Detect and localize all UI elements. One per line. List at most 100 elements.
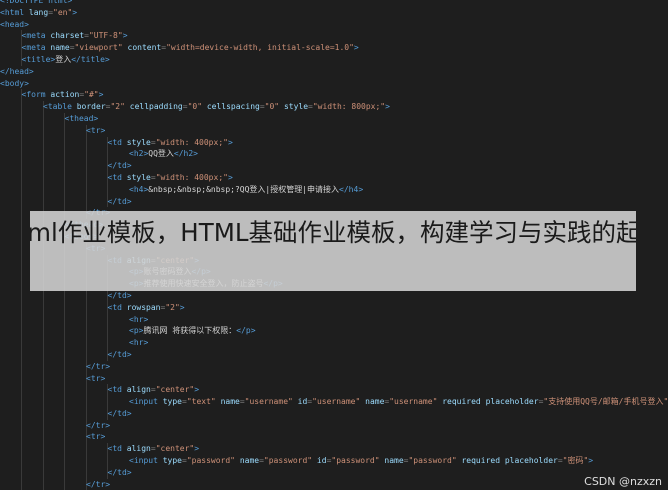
code-line-content: </td> xyxy=(0,197,132,206)
code-token: </tr> xyxy=(86,420,111,430)
code-line[interactable]: <td rowspan="2"> xyxy=(0,301,668,314)
code-line[interactable]: <body> xyxy=(0,78,668,90)
code-token: QQ登入 xyxy=(148,149,174,159)
code-token: > xyxy=(72,7,78,17)
code-token: placeholder xyxy=(504,456,558,466)
code-line[interactable]: <p>腾讯网 将获得以下权限：</p> xyxy=(0,325,668,338)
code-line[interactable]: <input type="password" name="password" i… xyxy=(0,455,668,467)
code-line-content: <thead> xyxy=(0,114,99,123)
code-token: <td xyxy=(107,385,122,395)
code-token: <h4> xyxy=(129,184,149,194)
code-token: "center" xyxy=(155,385,195,395)
code-token: &nbsp;&nbsp;&nbsp;?QQ登入|授权管理|申请接入 xyxy=(148,184,340,194)
code-line[interactable]: </tr> xyxy=(0,478,668,490)
code-line-content: <head> xyxy=(0,20,29,29)
code-line[interactable]: <thead> xyxy=(0,112,668,125)
code-line[interactable]: </td> xyxy=(0,160,668,172)
code-line-content: <input type="password" name="password" i… xyxy=(0,456,593,465)
code-line[interactable]: </tr> xyxy=(0,419,668,432)
code-line[interactable]: </td> xyxy=(0,195,668,208)
code-token: name xyxy=(365,397,385,407)
code-line[interactable]: <tr> xyxy=(0,431,668,444)
code-line[interactable]: </td> xyxy=(0,348,668,361)
code-line[interactable]: <h4>&nbsp;&nbsp;&nbsp;?QQ登入|授权管理|申请接入</h… xyxy=(0,183,668,196)
code-line-content: <td align="center"> xyxy=(0,385,200,395)
code-line[interactable]: <form action="#"> xyxy=(0,89,668,102)
code-line-content: </td> xyxy=(0,291,132,300)
code-token: "#" xyxy=(84,90,99,100)
code-token: "viewport" xyxy=(74,43,123,53)
code-token: <meta xyxy=(21,31,46,41)
code-line[interactable]: <h2>QQ登入</h2> xyxy=(0,148,668,161)
code-line[interactable]: <table border="2" cellpadding="0" cellsp… xyxy=(0,101,668,113)
code-line[interactable]: </td> xyxy=(0,407,668,420)
code-token: <input xyxy=(129,397,158,407)
code-line[interactable]: </tr> xyxy=(0,360,668,373)
code-token: > xyxy=(588,456,594,466)
code-line[interactable]: <td align="center"> xyxy=(0,443,668,456)
code-token: "UTF-8" xyxy=(88,31,123,41)
code-token: "width: 800px;" xyxy=(312,102,386,112)
code-editor[interactable]: <!DOCTYPE html> <html lang="en"> <head> <me… xyxy=(0,0,668,490)
code-line-content: <tr> xyxy=(0,374,105,383)
csdn-watermark: CSDN @nzxzn xyxy=(584,475,662,488)
code-token: border xyxy=(76,102,106,112)
code-token: charset xyxy=(50,31,85,41)
code-line[interactable]: <!DOCTYPE html> xyxy=(0,0,668,7)
code-line-content: <html lang="en"> xyxy=(0,8,77,17)
code-line[interactable]: <html lang="en"> xyxy=(0,7,668,19)
code-line[interactable]: <title>登入</title> xyxy=(0,53,668,66)
code-line[interactable]: <hr> xyxy=(0,337,668,349)
code-token: </td> xyxy=(107,290,132,300)
code-token: </td> xyxy=(107,196,132,206)
code-token: <td xyxy=(107,137,122,147)
code-line[interactable]: <tr> xyxy=(0,372,668,385)
code-token: > xyxy=(385,102,390,112)
code-token: <hr> xyxy=(129,338,149,348)
code-line[interactable]: </td> xyxy=(0,466,668,479)
code-token: cellpadding xyxy=(129,102,183,112)
code-token: "center" xyxy=(155,444,195,454)
code-token: action xyxy=(50,90,80,100)
code-token: > xyxy=(194,385,200,395)
code-token: > xyxy=(227,172,233,182)
code-token: id xyxy=(316,456,327,466)
code-token: name xyxy=(220,397,240,407)
code-line-content: </td> xyxy=(0,350,132,359)
code-token: "password" xyxy=(263,456,313,466)
code-token: <!DOCTYPE html> xyxy=(0,0,73,5)
code-line[interactable]: <td style="width: 400px;"> xyxy=(0,136,668,149)
code-token: style xyxy=(283,102,309,112)
code-token: <head> xyxy=(0,19,29,29)
code-token: <body> xyxy=(0,78,29,88)
code-line[interactable]: <td style="width: 400px;"> xyxy=(0,171,668,184)
code-token: id xyxy=(297,397,308,407)
code-token: > xyxy=(353,43,359,53)
code-line-content: <table border="2" cellpadding="0" cellsp… xyxy=(0,102,390,111)
caption-text: html作业模板，HTML基础作业模板，构建学习与实践的起点 xyxy=(30,218,636,247)
code-token: </tr> xyxy=(86,479,111,489)
code-token: <tr> xyxy=(86,373,106,383)
code-line[interactable]: <meta name="viewport" content="width=dev… xyxy=(0,42,668,54)
code-token: "text" xyxy=(186,397,216,407)
code-line-content: <!DOCTYPE html> xyxy=(0,0,72,5)
code-token: <td xyxy=(107,302,122,312)
code-line[interactable]: </td> xyxy=(0,289,668,302)
code-line[interactable]: <td align="center"> xyxy=(0,384,668,397)
code-line[interactable]: <hr> xyxy=(0,313,668,326)
code-line-content: <title>登入</title> xyxy=(0,55,110,64)
code-token: name xyxy=(384,456,404,466)
code-line-content: <tr> xyxy=(0,126,105,135)
code-line[interactable]: </head> xyxy=(0,66,668,78)
code-line-content: <hr> xyxy=(0,315,148,324)
code-line[interactable]: <input type="text" name="username" id="u… xyxy=(0,396,668,408)
code-line[interactable]: <meta charset="UTF-8"> xyxy=(0,30,668,43)
code-line[interactable]: <tr> xyxy=(0,124,668,137)
code-line-content: </td> xyxy=(0,161,132,170)
code-token: </td> xyxy=(107,408,132,418)
code-token: "username" xyxy=(312,397,361,407)
code-token: "支持使用QQ号/邮箱/手机号登入" xyxy=(543,397,668,407)
code-line-content: <td style="width: 400px;"> xyxy=(0,173,233,182)
code-line[interactable]: <head> xyxy=(0,19,668,31)
code-token: <meta xyxy=(21,43,46,53)
